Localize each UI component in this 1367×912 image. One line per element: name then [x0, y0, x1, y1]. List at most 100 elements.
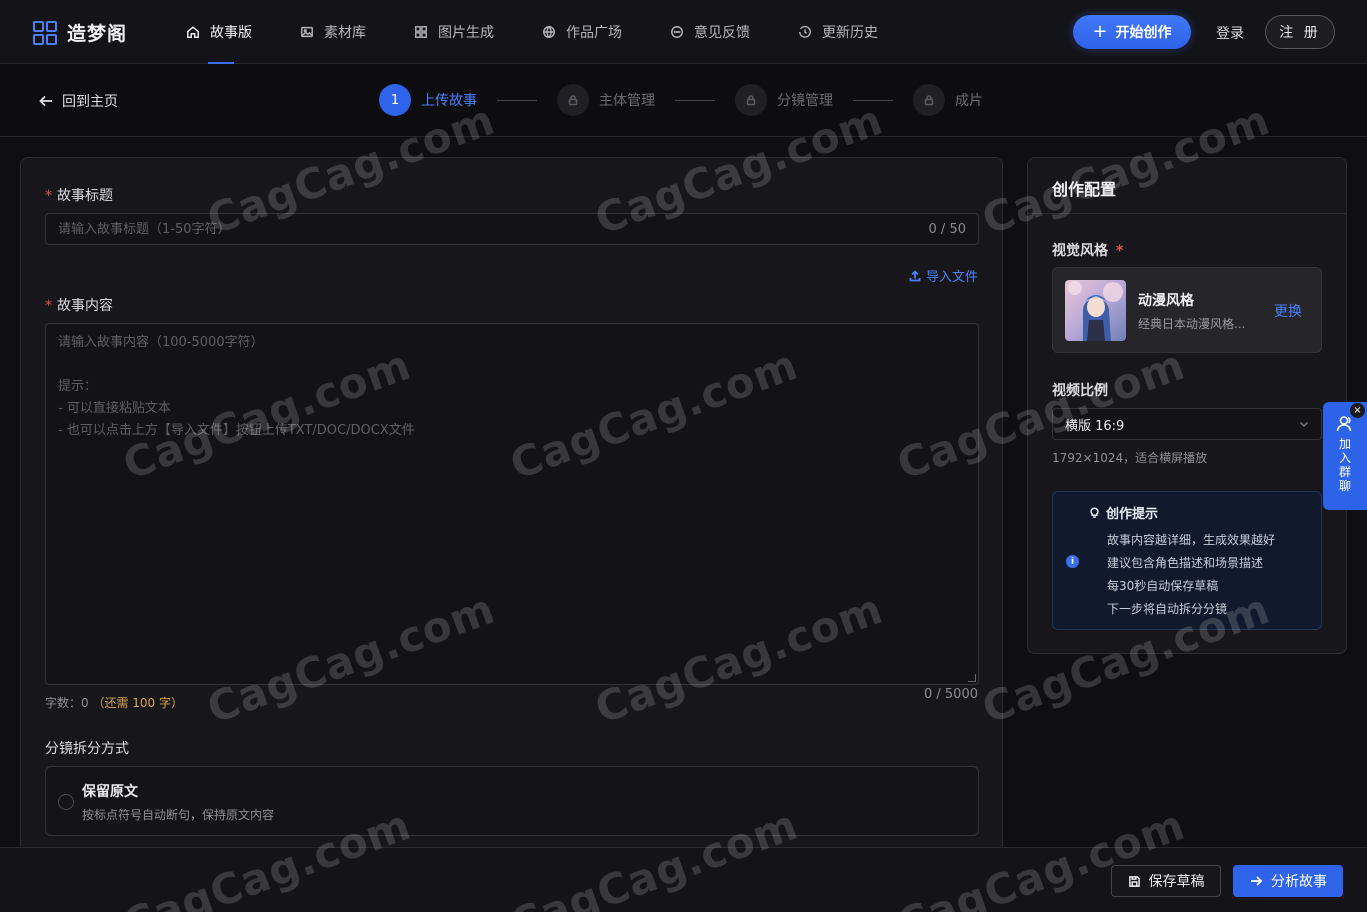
change-style-link[interactable]: 更换	[1274, 301, 1302, 321]
required-mark: *	[45, 188, 52, 204]
step-number: 1	[379, 84, 411, 116]
word-count: 字数：0 （还需 100 字）	[45, 694, 183, 711]
app-name: 造梦阁	[67, 23, 128, 45]
nav-item-label: 故事版	[210, 25, 252, 41]
video-ratio-value: 横版 16:9	[1065, 418, 1125, 434]
arrow-right-icon	[1251, 876, 1263, 886]
config-title: 创作配置	[1052, 180, 1117, 199]
nav-item-label: 更新历史	[822, 25, 878, 41]
story-content-field	[45, 323, 979, 685]
split-method-label: 分镜拆分方式	[45, 741, 129, 757]
lightbulb-icon	[1090, 507, 1099, 518]
resize-handle[interactable]	[968, 674, 976, 682]
history-icon	[799, 25, 811, 38]
required-mark: *	[1116, 243, 1124, 259]
steps-bar: 回到主页 1 上传故事 主体管理 分镜管理 成片	[0, 65, 1367, 137]
join-group-label: 加入群聊	[1338, 437, 1351, 493]
step-label: 分镜管理	[777, 93, 833, 109]
split-option-keep-original[interactable]: 保留原文 按标点符号自动断句，保持原文内容	[45, 766, 979, 836]
globe-icon	[543, 26, 555, 39]
step-label: 成片	[955, 93, 983, 109]
user-group-icon	[1336, 416, 1352, 432]
lock-icon	[913, 84, 945, 116]
style-desc: 经典日本动漫风格...	[1138, 317, 1246, 331]
story-title-label: * 故事标题	[45, 185, 113, 205]
word-count-value: 字数：0	[45, 696, 89, 710]
nav-item-assets[interactable]: 素材库	[300, 0, 366, 64]
back-home-label: 回到主页	[62, 94, 118, 110]
nav-item-label: 素材库	[324, 25, 366, 41]
video-ratio-hint: 1792×1024，适合横屏播放	[1052, 451, 1208, 465]
bottom-action-bar: 保存草稿 分析故事	[0, 847, 1367, 912]
start-create-button[interactable]: + 开始创作	[1073, 15, 1191, 49]
register-button[interactable]: 注 册	[1265, 15, 1335, 49]
divider	[1028, 213, 1346, 214]
creation-tips: i 创作提示 故事内容越详细，生成效果越好 建议包含角色描述和场景描述 每30秒…	[1052, 491, 1322, 630]
chevron-down-icon	[1299, 421, 1309, 428]
nav-item-image-gen[interactable]: 图片生成	[414, 0, 494, 64]
nav-item-label: 作品广场	[566, 25, 622, 41]
step-connector	[675, 99, 715, 101]
split-option-title: 保留原文	[82, 784, 138, 800]
tips-title-text: 创作提示	[1106, 507, 1159, 522]
analyze-story-button[interactable]: 分析故事	[1233, 865, 1343, 897]
image-icon	[301, 26, 313, 38]
title-char-counter: 0 / 50	[928, 221, 966, 237]
tip-item: 故事内容越详细，生成效果越好	[1107, 533, 1276, 547]
step-connector	[497, 99, 537, 101]
step-connector	[853, 99, 893, 101]
video-ratio-label: 视频比例	[1052, 383, 1108, 399]
word-count-needed: （还需 100 字）	[92, 696, 184, 710]
visual-style-label: 视觉风格 *	[1052, 240, 1123, 260]
top-header: 造梦阁 故事版 素材库 图片生成 作品广场 意见反馈 更新历史 + 开始创作 登…	[0, 0, 1367, 64]
lock-icon	[557, 84, 589, 116]
app-logo[interactable]: 造梦阁	[33, 19, 127, 46]
video-ratio-select[interactable]: 横版 16:9	[1052, 408, 1322, 440]
nav-item-history[interactable]: 更新历史	[798, 0, 878, 64]
grid-icon	[415, 26, 427, 38]
save-draft-button[interactable]: 保存草稿	[1111, 865, 1221, 897]
story-content-label-text: 故事内容	[57, 298, 113, 314]
join-group-tab[interactable]: 加入群聊	[1323, 402, 1367, 510]
login-link[interactable]: 登录	[1216, 23, 1244, 43]
config-card: 创作配置 视觉风格 * 动漫风格 经典日本动漫风格... 更换 视频比例 横版 …	[1027, 157, 1347, 654]
main-nav: 故事版 素材库 图片生成 作品广场 意见反馈 更新历史	[186, 0, 926, 64]
close-icon[interactable]: ×	[1350, 403, 1365, 418]
style-selector: 动漫风格 经典日本动漫风格... 更换	[1052, 267, 1322, 353]
radio-button[interactable]	[58, 794, 74, 810]
tip-item: 每30秒自动保存草稿	[1107, 579, 1219, 593]
tip-item: 建议包含角色描述和场景描述	[1107, 556, 1264, 570]
message-icon	[671, 26, 683, 38]
tips-title: 创作提示	[1088, 503, 1158, 522]
split-option-desc: 按标点符号自动断句，保持原文内容	[82, 808, 275, 822]
visual-style-label-text: 视觉风格	[1052, 243, 1108, 259]
nav-item-feedback[interactable]: 意见反馈	[670, 0, 750, 64]
story-title-field: 0 / 50	[45, 213, 979, 245]
story-content-label: * 故事内容	[45, 295, 113, 315]
arrow-left-icon	[39, 95, 52, 107]
story-content-textarea[interactable]	[46, 324, 978, 684]
nav-item-label: 图片生成	[438, 25, 494, 41]
story-form-card: *故事标题 0 / 50 导入文件 *故事内容 字数：0 （还需 100 字） …	[20, 157, 1003, 877]
tips-list: 故事内容越详细，生成效果越好 建议包含角色描述和场景描述 每30秒自动保存草稿 …	[1107, 529, 1275, 621]
nav-item-storyboard[interactable]: 故事版	[186, 0, 252, 64]
import-file-link[interactable]: 导入文件	[909, 266, 978, 285]
style-thumbnail	[1065, 280, 1126, 341]
save-draft-label: 保存草稿	[1148, 874, 1205, 890]
logo-grid-icon	[33, 20, 57, 45]
save-icon	[1128, 875, 1140, 887]
progress-steps: 1 上传故事 主体管理 分镜管理 成片	[379, 84, 983, 116]
step-storyboard-management: 分镜管理	[735, 84, 833, 116]
content-char-counter: 0 / 5000	[924, 687, 978, 702]
back-home-link[interactable]: 回到主页	[38, 91, 118, 111]
story-title-input[interactable]	[58, 221, 929, 237]
story-title-label-text: 故事标题	[57, 188, 113, 204]
analyze-story-label: 分析故事	[1271, 874, 1327, 890]
step-label: 主体管理	[599, 93, 655, 109]
info-icon: i	[1066, 555, 1079, 568]
nav-item-label: 意见反馈	[694, 25, 750, 41]
step-label: 上传故事	[421, 93, 477, 109]
nav-item-gallery[interactable]: 作品广场	[542, 0, 622, 64]
tip-item: 下一步将自动拆分分镜	[1107, 602, 1228, 616]
import-file-label: 导入文件	[925, 270, 978, 285]
